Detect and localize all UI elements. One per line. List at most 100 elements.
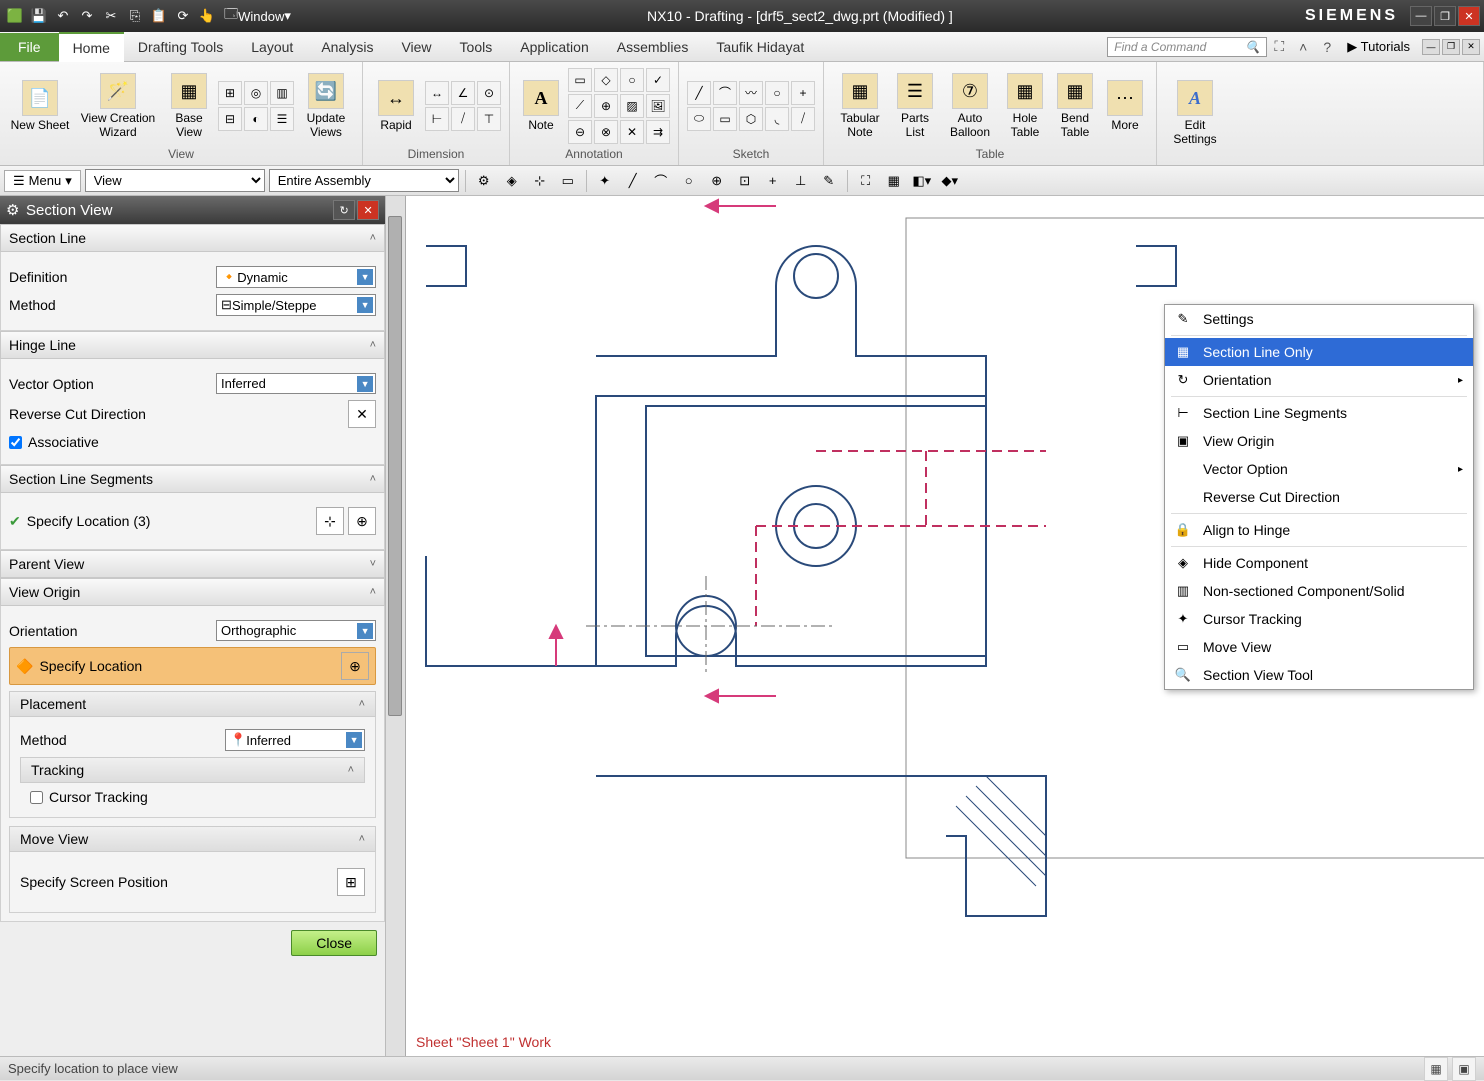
ctx-section-line-only[interactable]: ▦Section Line Only bbox=[1165, 338, 1473, 366]
ctx-hide-component[interactable]: ◈Hide Component bbox=[1165, 549, 1473, 577]
thickness-dim-icon[interactable]: ⊤ bbox=[477, 107, 501, 131]
tab-custom[interactable]: Taufik Hidayat bbox=[702, 33, 818, 61]
panel-scroll-thumb[interactable] bbox=[388, 216, 402, 716]
vector-option-combo[interactable]: Inferred bbox=[216, 373, 376, 394]
cursor-tracking-checkbox[interactable] bbox=[30, 791, 43, 804]
window-menu[interactable]: 🗔 Window ▾ bbox=[220, 5, 295, 27]
status-sheet-icon[interactable]: ▣ bbox=[1452, 1057, 1476, 1081]
image-icon[interactable]: 🖼 bbox=[646, 94, 670, 118]
rapid-dimension-button[interactable]: ↔Rapid bbox=[371, 80, 421, 132]
arc-icon[interactable]: ⌒ bbox=[713, 81, 737, 105]
tab-file[interactable]: File bbox=[0, 33, 59, 61]
point-icon[interactable]: + bbox=[791, 81, 815, 105]
view-layer-icon[interactable]: ▦ bbox=[882, 169, 906, 193]
snap-mid-icon[interactable]: ⊡ bbox=[733, 169, 757, 193]
tab-layout[interactable]: Layout bbox=[237, 33, 307, 61]
snap-tan-icon[interactable]: + bbox=[761, 169, 785, 193]
selection-scope-select[interactable]: View bbox=[85, 169, 265, 192]
tab-application[interactable]: Application bbox=[506, 33, 603, 61]
intersection-icon[interactable]: ✕ bbox=[620, 120, 644, 144]
parent-view-header[interactable]: Parent View˅ bbox=[0, 550, 385, 578]
maximize-button[interactable]: ❐ bbox=[1434, 6, 1456, 26]
linear-dim-icon[interactable]: ↔ bbox=[425, 81, 449, 105]
ctx-settings[interactable]: ✎Settings bbox=[1165, 305, 1473, 333]
command-search[interactable]: Find a Command🔍 bbox=[1107, 37, 1267, 57]
panel-scrollbar[interactable] bbox=[385, 196, 405, 1056]
snap-point-icon[interactable]: ✦ bbox=[593, 169, 617, 193]
undo-icon[interactable]: ↶ bbox=[52, 5, 74, 27]
fillet-icon[interactable]: ◟ bbox=[765, 107, 789, 131]
minimize-ribbon-icon[interactable]: ˄ bbox=[1291, 39, 1315, 55]
parts-list-button[interactable]: ☰Parts List bbox=[892, 73, 938, 139]
mdi-restore[interactable]: ❐ bbox=[1442, 39, 1460, 55]
hinge-line-header[interactable]: Hinge Line˄ bbox=[0, 331, 385, 359]
tab-drafting-tools[interactable]: Drafting Tools bbox=[124, 33, 237, 61]
tab-assemblies[interactable]: Assemblies bbox=[603, 33, 703, 61]
segments-header[interactable]: Section Line Segments˄ bbox=[0, 465, 385, 493]
tutorials-button[interactable]: ▶ Tutorials bbox=[1339, 39, 1418, 55]
datum-icon[interactable]: ◇ bbox=[594, 68, 618, 92]
ctx-section-view-tool[interactable]: 🔍Section View Tool bbox=[1165, 661, 1473, 689]
ctx-align-hinge[interactable]: 🔒Align to Hinge bbox=[1165, 516, 1473, 544]
chamfer-icon[interactable]: ⧸ bbox=[791, 107, 815, 131]
offset-icon[interactable]: ⇉ bbox=[646, 120, 670, 144]
projected-view-icon[interactable]: ⊞ bbox=[218, 81, 242, 105]
placement-header[interactable]: Placement˄ bbox=[9, 691, 376, 717]
view-origin-header[interactable]: View Origin˄ bbox=[0, 578, 385, 606]
section-line-header[interactable]: Section Line˄ bbox=[0, 224, 385, 252]
reverse-cut-button[interactable]: ✕ bbox=[348, 400, 376, 428]
snap-circle-icon[interactable]: ○ bbox=[677, 169, 701, 193]
hole-table-button[interactable]: ▦Hole Table bbox=[1002, 73, 1048, 139]
status-grid-icon[interactable]: ▦ bbox=[1424, 1057, 1448, 1081]
surface-finish-icon[interactable]: ✓ bbox=[646, 68, 670, 92]
break-view-icon[interactable]: ⊟ bbox=[218, 107, 242, 131]
save-icon[interactable]: 💾 bbox=[28, 5, 50, 27]
copy-icon[interactable]: ⎘ bbox=[124, 5, 146, 27]
snap-cursor-icon[interactable]: ✎ bbox=[817, 169, 841, 193]
ctx-reverse-cut[interactable]: Reverse Cut Direction bbox=[1165, 483, 1473, 511]
wcs-icon[interactable]: ⊹ bbox=[528, 169, 552, 193]
redo-icon[interactable]: ↷ bbox=[76, 5, 98, 27]
feature-control-icon[interactable]: ▭ bbox=[568, 68, 592, 92]
ctx-view-origin[interactable]: ▣View Origin bbox=[1165, 427, 1473, 455]
definition-combo[interactable]: 🔸 Dynamic bbox=[216, 266, 376, 288]
view-list-icon[interactable]: ☰ bbox=[270, 107, 294, 131]
specify-location-btn1[interactable]: ⊹ bbox=[316, 507, 344, 535]
ordinate-dim-icon[interactable]: ⊢ bbox=[425, 107, 449, 131]
placement-method-combo[interactable]: 📍 Inferred bbox=[225, 729, 365, 751]
specify-location-btn2[interactable]: ⊕ bbox=[348, 507, 376, 535]
nx-icon[interactable]: 🟩 bbox=[4, 5, 26, 27]
minimize-button[interactable]: — bbox=[1410, 6, 1432, 26]
ctx-cursor-tracking[interactable]: ✦Cursor Tracking bbox=[1165, 605, 1473, 633]
polygon-icon[interactable]: ⬡ bbox=[739, 107, 763, 131]
snap-line-icon[interactable]: ╱ bbox=[621, 169, 645, 193]
new-sheet-button[interactable]: 📄New Sheet bbox=[8, 80, 72, 132]
mdi-minimize[interactable]: — bbox=[1422, 39, 1440, 55]
orientation-combo[interactable]: Orthographic bbox=[216, 620, 376, 641]
line-icon[interactable]: ╱ bbox=[687, 81, 711, 105]
tracking-header[interactable]: Tracking˄ bbox=[20, 757, 365, 783]
screen-pos-button[interactable]: ⊞ bbox=[337, 868, 365, 896]
symbol-icon[interactable]: ⊗ bbox=[594, 120, 618, 144]
repeat-icon[interactable]: ⟳ bbox=[172, 5, 194, 27]
angular-dim-icon[interactable]: ∠ bbox=[451, 81, 475, 105]
snap-quad-icon[interactable]: ⊕ bbox=[705, 169, 729, 193]
section-view-icon[interactable]: ▥ bbox=[270, 81, 294, 105]
full-screen-icon[interactable]: ⛶ bbox=[1267, 38, 1291, 55]
rect-icon[interactable]: ▭ bbox=[713, 107, 737, 131]
weld-icon[interactable]: ⟋ bbox=[568, 94, 592, 118]
ctx-move-view[interactable]: ▭Move View bbox=[1165, 633, 1473, 661]
panel-close-action[interactable]: Close bbox=[291, 930, 377, 956]
circle-icon[interactable]: ○ bbox=[765, 81, 789, 105]
auto-balloon-button[interactable]: ⑦Auto Balloon bbox=[942, 73, 998, 139]
sel-rect-icon[interactable]: ▭ bbox=[556, 169, 580, 193]
ellipse-icon[interactable]: ⬭ bbox=[687, 107, 711, 131]
target-icon[interactable]: ⊕ bbox=[594, 94, 618, 118]
assembly-scope-select[interactable]: Entire Assembly bbox=[269, 169, 459, 192]
broken-out-icon[interactable]: ◐ bbox=[244, 107, 268, 131]
specify-location-row[interactable]: 🔶 Specify Location⊕ bbox=[9, 647, 376, 685]
snap-arc-icon[interactable]: ⌒ bbox=[649, 169, 673, 193]
panel-close-button[interactable]: ✕ bbox=[357, 200, 379, 220]
ctx-orientation[interactable]: ↻Orientation▸ bbox=[1165, 366, 1473, 394]
view-creation-wizard-button[interactable]: 🪄View Creation Wizard bbox=[76, 73, 160, 139]
